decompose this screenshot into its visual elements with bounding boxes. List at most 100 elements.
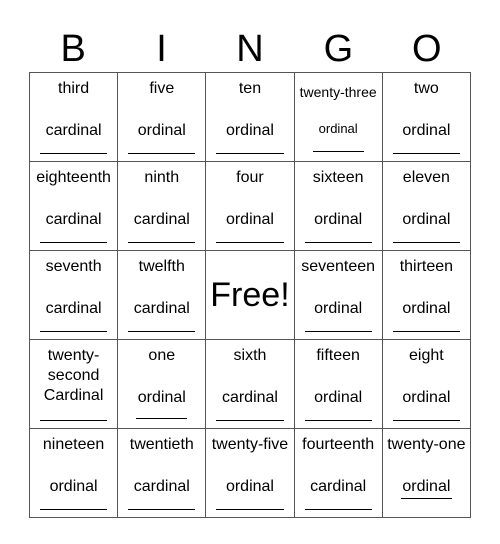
answer-blank <box>216 153 284 154</box>
cell-type: ordinal <box>225 122 274 139</box>
cell-word: thirteen <box>399 258 454 275</box>
grid-row-3: seventh cardinal twelfth cardinal Free! … <box>28 250 472 340</box>
answer-blank <box>392 242 460 243</box>
cell-word: seventh <box>45 258 102 275</box>
bingo-cell[interactable]: thirteen ordinal <box>381 250 472 340</box>
answer-blank <box>128 153 196 154</box>
bingo-cell[interactable]: seventh cardinal <box>28 250 119 340</box>
cell-word-line-3: Cardinal <box>43 387 104 404</box>
bingo-cell[interactable]: five ordinal <box>117 72 207 162</box>
cell-word: eighteenth <box>36 169 111 186</box>
cell-word: fourteenth <box>302 436 375 453</box>
cell-word: twenty- second Cardinal <box>30 346 117 406</box>
bingo-cell[interactable]: eighteenth cardinal <box>28 161 119 251</box>
cell-type: ordinal <box>137 122 186 139</box>
answer-blank <box>128 242 196 243</box>
answer-blank <box>40 420 108 421</box>
cell-type: ordinal <box>314 211 363 228</box>
bingo-cell[interactable]: seventeen ordinal <box>293 250 383 340</box>
cell-type: ordinal <box>314 389 363 406</box>
cell-type: ordinal <box>402 211 451 228</box>
bingo-cell[interactable]: eleven ordinal <box>381 161 472 251</box>
cell-type: ordinal <box>314 300 363 317</box>
cell-word: ninth <box>144 169 180 186</box>
answer-blank <box>128 509 196 510</box>
cell-word: twenty-one <box>387 436 466 453</box>
grid-row-4: twenty- second Cardinal one ordinal sixt… <box>28 339 472 429</box>
cell-type: ordinal <box>49 478 98 495</box>
header-letter-o: O <box>411 28 442 70</box>
answer-blank <box>304 242 372 243</box>
cell-type: ordinal <box>137 389 186 406</box>
answer-blank <box>392 420 460 421</box>
cell-type: cardinal <box>45 300 102 317</box>
answer-blank <box>400 498 452 499</box>
cell-type: cardinal <box>45 122 102 139</box>
cell-word: nineteen <box>42 436 105 453</box>
header-letter-b: B <box>60 28 86 70</box>
bingo-cell[interactable]: twenty-one ordinal <box>381 428 472 518</box>
bingo-cell[interactable]: twenty- second Cardinal <box>28 339 119 429</box>
answer-blank <box>40 509 108 510</box>
answer-blank <box>392 153 460 154</box>
header-letter-g: G <box>323 28 354 70</box>
bingo-cell[interactable]: four ordinal <box>205 161 295 251</box>
bingo-cell[interactable]: two ordinal <box>381 72 472 162</box>
cell-word: one <box>148 347 176 364</box>
cell-type: cardinal <box>221 389 278 406</box>
cell-type: ordinal <box>402 478 451 495</box>
answer-blank <box>304 420 372 421</box>
cell-word: four <box>236 169 264 186</box>
bingo-cell[interactable]: fifteen ordinal <box>293 339 383 429</box>
cell-word: twenty-five <box>211 436 289 453</box>
free-space-label: Free! <box>210 275 290 314</box>
answer-blank <box>312 151 364 152</box>
cell-type: ordinal <box>225 211 274 228</box>
cell-type: ordinal <box>402 389 451 406</box>
answer-blank <box>40 153 108 154</box>
cell-word: seventeen <box>301 258 376 275</box>
answer-blank <box>216 242 284 243</box>
bingo-cell[interactable]: twentieth cardinal <box>117 428 207 518</box>
answer-blank <box>304 331 372 332</box>
bingo-cell[interactable]: nineteen ordinal <box>28 428 119 518</box>
bingo-cell[interactable]: sixth cardinal <box>205 339 295 429</box>
cell-type: cardinal <box>133 478 190 495</box>
answer-blank <box>136 418 188 419</box>
bingo-header: B I N G O <box>29 26 471 72</box>
cell-type: ordinal <box>318 121 358 136</box>
cell-word: twentieth <box>129 436 194 453</box>
free-space-cell[interactable]: Free! <box>205 250 295 340</box>
bingo-card-grid: third cardinal five ordinal ten ordinal … <box>28 72 472 518</box>
bingo-cell[interactable]: fourteenth cardinal <box>293 428 383 518</box>
answer-blank <box>216 509 284 510</box>
cell-type: ordinal <box>402 122 451 139</box>
grid-row-1: third cardinal five ordinal ten ordinal … <box>28 72 472 162</box>
answer-blank <box>304 509 372 510</box>
bingo-cell[interactable]: sixteen ordinal <box>293 161 383 251</box>
bingo-cell[interactable]: eight ordinal <box>381 339 472 429</box>
header-letter-n: N <box>236 28 264 70</box>
bingo-cell[interactable]: ninth cardinal <box>117 161 207 251</box>
cell-word: third <box>58 80 90 97</box>
cell-word: ten <box>238 80 262 97</box>
cell-word: eleven <box>402 169 450 186</box>
cell-word: five <box>149 80 175 97</box>
bingo-cell[interactable]: twenty-five ordinal <box>205 428 295 518</box>
cell-word: sixth <box>233 347 267 364</box>
bingo-cell[interactable]: ten ordinal <box>205 72 295 162</box>
answer-blank <box>128 331 196 332</box>
bingo-cell[interactable]: one ordinal <box>117 339 207 429</box>
bingo-cell[interactable]: twenty-three ordinal <box>293 72 383 162</box>
cell-type: ordinal <box>402 300 451 317</box>
cell-word: fifteen <box>316 347 360 364</box>
cell-word: twenty-three <box>299 84 377 100</box>
bingo-cell[interactable]: twelfth cardinal <box>117 250 207 340</box>
cell-type: cardinal <box>310 478 367 495</box>
header-letter-i: I <box>156 28 167 70</box>
cell-word: two <box>413 80 439 97</box>
cell-word: eight <box>409 347 444 364</box>
cell-type: cardinal <box>45 211 102 228</box>
bingo-cell[interactable]: third cardinal <box>28 72 119 162</box>
grid-row-2: eighteenth cardinal ninth cardinal four … <box>28 161 472 251</box>
